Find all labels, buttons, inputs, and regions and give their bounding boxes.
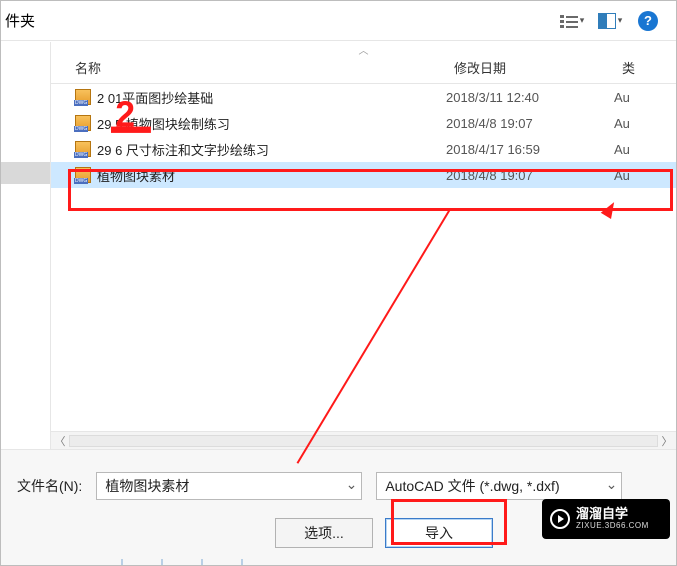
column-header-date[interactable]: 修改日期	[446, 52, 614, 83]
sidebar-selected-item[interactable]	[1, 162, 50, 184]
file-list: 2 01平面图抄绘基础 2018/3/11 12:40 Au 29 5 植物图块…	[51, 84, 676, 449]
horizontal-scrollbar[interactable]: 〈 〉	[51, 431, 676, 449]
preview-pane-button[interactable]	[592, 7, 628, 35]
filetype-value: AutoCAD 文件 (*.dwg, *.dxf)	[385, 476, 559, 496]
path-fragment: 件夹	[5, 10, 35, 31]
options-button[interactable]: 选项...	[275, 518, 373, 548]
play-icon	[550, 509, 570, 529]
file-row-selected[interactable]: 植物图块素材 2018/4/8 19:07 Au	[51, 162, 676, 188]
nav-sidebar[interactable]	[1, 42, 51, 449]
dwg-file-icon	[75, 115, 91, 131]
filename-value: 植物图块素材	[105, 476, 189, 496]
scroll-left-icon[interactable]: 〈	[51, 432, 69, 450]
file-type: Au	[614, 90, 674, 105]
filename-label: 文件名(N):	[17, 476, 82, 496]
dwg-file-icon	[75, 167, 91, 183]
import-button[interactable]: 导入	[385, 518, 493, 548]
watermark-subtitle: ZIXUE.3D66.COM	[576, 522, 649, 531]
file-row[interactable]: 29 6 尺寸标注和文字抄绘练习 2018/4/17 16:59 Au	[51, 136, 676, 162]
collapse-caret-icon[interactable]: ︿	[51, 42, 676, 52]
file-name: 29 6 尺寸标注和文字抄绘练习	[97, 140, 446, 159]
column-headers[interactable]: 名称 修改日期 类	[51, 52, 676, 84]
column-header-name[interactable]: 名称	[51, 52, 446, 83]
watermark-title: 溜溜自学	[576, 507, 649, 521]
decoration-hatch	[121, 559, 256, 565]
file-date: 2018/3/11 12:40	[446, 90, 614, 105]
file-date: 2018/4/8 19:07	[446, 168, 614, 183]
file-type: Au	[614, 168, 674, 183]
scroll-track[interactable]	[69, 435, 658, 447]
column-header-type[interactable]: 类	[614, 52, 674, 83]
scroll-right-icon[interactable]: 〉	[658, 432, 676, 450]
file-name: 植物图块素材	[97, 166, 446, 185]
watermark-badge: 溜溜自学 ZIXUE.3D66.COM	[542, 499, 670, 539]
help-icon: ?	[638, 11, 658, 31]
help-button[interactable]: ?	[630, 7, 666, 35]
list-icon	[560, 13, 578, 29]
preview-pane-icon	[598, 13, 616, 29]
file-type: Au	[614, 116, 674, 131]
filename-combobox[interactable]: 植物图块素材	[96, 472, 362, 500]
toolbar: 件夹 ?	[1, 1, 676, 41]
dwg-file-icon	[75, 141, 91, 157]
file-type: Au	[614, 142, 674, 157]
view-mode-button[interactable]	[554, 7, 590, 35]
body-area: ︿ 名称 修改日期 类 2 01平面图抄绘基础 2018/3/11 12:40 …	[1, 42, 676, 449]
file-date: 2018/4/8 19:07	[446, 116, 614, 131]
filetype-combobox[interactable]: AutoCAD 文件 (*.dwg, *.dxf)	[376, 472, 622, 500]
dwg-file-icon	[75, 89, 91, 105]
file-date: 2018/4/17 16:59	[446, 142, 614, 157]
annotation-step-2-icon: 2	[111, 93, 153, 135]
